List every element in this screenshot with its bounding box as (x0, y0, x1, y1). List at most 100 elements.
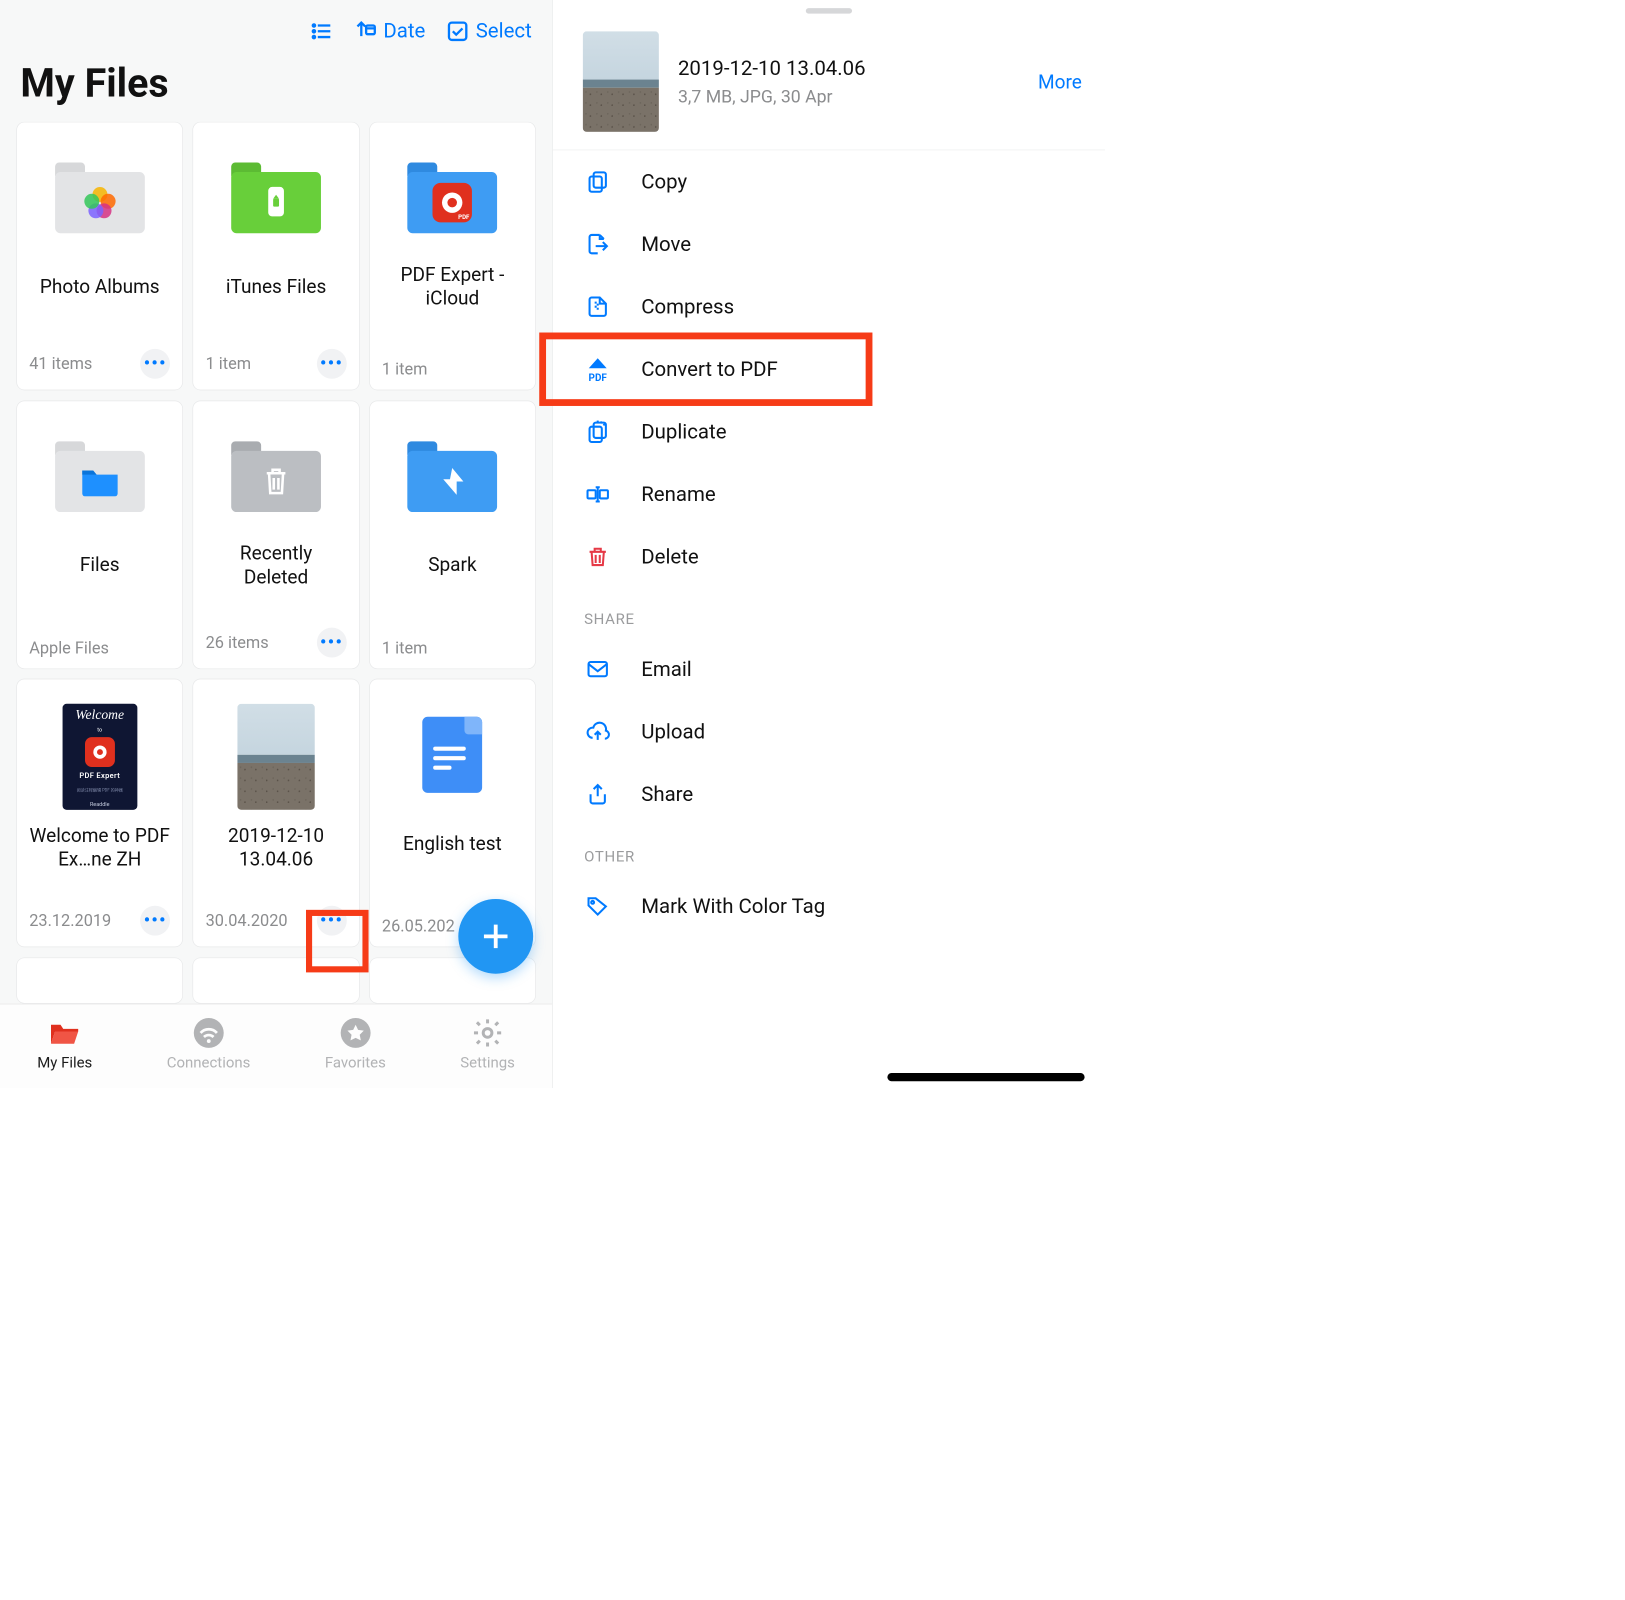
list-icon (310, 19, 333, 42)
action-label: Rename (641, 482, 715, 506)
action-convert-pdf[interactable]: PDF Convert to PDF (553, 338, 1105, 401)
file-photo-jpg[interactable]: 2019-12-10 13.04.06 30.04.2020••• (193, 679, 360, 948)
tab-bar: My Files Connections Favorites Settings (0, 1004, 552, 1088)
move-icon (585, 232, 609, 256)
action-label: Mark With Color Tag (641, 895, 825, 919)
tile-name: Welcome to PDF Ex…ne ZH (29, 823, 170, 871)
tab-label: Connections (167, 1055, 251, 1072)
tile-meta: 26.05.202 (382, 917, 455, 936)
folder-recently-deleted[interactable]: Recently Deleted 26 items••• (193, 400, 360, 669)
tab-label: Favorites (325, 1055, 386, 1072)
folder-icon (408, 441, 498, 512)
action-label: Move (641, 232, 691, 256)
action-label: Delete (641, 545, 698, 569)
document-icon (422, 717, 482, 793)
tile-meta: 1 item (382, 360, 427, 379)
cloud-upload-icon (585, 719, 611, 743)
tab-favorites[interactable]: Favorites (325, 1017, 386, 1072)
action-share[interactable]: Share (553, 763, 1105, 826)
image-thumbnail (237, 704, 315, 810)
tile-meta: 41 items (29, 354, 92, 373)
folder-icon: PDF (408, 163, 498, 234)
view-list-button[interactable] (310, 19, 333, 42)
more-button[interactable]: ••• (140, 349, 170, 379)
toolbar: Date Select (0, 0, 552, 51)
star-icon (339, 1017, 372, 1050)
action-upload[interactable]: Upload (553, 700, 1105, 763)
action-label: Compress (641, 295, 734, 319)
tile-meta: Apple Files (29, 638, 109, 657)
share-icon (585, 782, 609, 806)
file-grid: Photo Albums 41 items••• iTunes Files 1 … (0, 122, 552, 1004)
tab-label: Settings (460, 1055, 515, 1072)
file-actions-sheet: 2019-12-10 13.04.06 3,7 MB, JPG, 30 Apr … (552, 0, 1105, 1088)
action-duplicate[interactable]: Duplicate (553, 401, 1105, 464)
action-color-tag[interactable]: Mark With Color Tag (553, 875, 1105, 938)
plus-icon (478, 919, 513, 954)
action-label: Duplicate (641, 420, 726, 444)
sort-date-button[interactable]: Date (353, 19, 425, 43)
tile-meta: 1 item (206, 354, 251, 373)
action-rename[interactable]: Rename (553, 463, 1105, 526)
folder-icon (231, 441, 321, 512)
checkbox-icon (446, 19, 469, 42)
tab-settings[interactable]: Settings (460, 1017, 515, 1072)
tile-name: iTunes Files (206, 262, 347, 310)
share-header: SHARE (553, 588, 1105, 638)
other-header: OTHER (553, 826, 1105, 876)
tab-my-files[interactable]: My Files (37, 1017, 92, 1072)
select-label: Select (476, 19, 532, 43)
folder-files[interactable]: Files Apple Files (16, 400, 183, 669)
tile-name: Files (29, 541, 170, 589)
folder-icon (55, 441, 145, 512)
page-title: My Files (0, 51, 552, 122)
folder-icon (55, 163, 145, 234)
folder-photo-albums[interactable]: Photo Albums 41 items••• (16, 122, 183, 391)
action-compress[interactable]: Compress (553, 275, 1105, 338)
action-copy[interactable]: Copy (553, 150, 1105, 213)
tile-partial[interactable] (16, 957, 183, 1003)
folder-spark[interactable]: Spark 1 item (369, 400, 536, 669)
action-email[interactable]: Email (553, 638, 1105, 701)
more-button[interactable]: ••• (140, 906, 170, 936)
email-icon (585, 657, 609, 681)
more-button[interactable]: ••• (317, 627, 347, 657)
action-delete[interactable]: Delete (553, 526, 1105, 589)
tab-connections[interactable]: Connections (167, 1017, 251, 1072)
file-name: 2019-12-10 13.04.06 (678, 56, 1019, 80)
tile-name: 2019-12-10 13.04.06 (206, 823, 347, 871)
folder-icon (231, 163, 321, 234)
tile-meta: 1 item (382, 638, 427, 657)
file-thumbnail (583, 31, 659, 132)
document-thumbnail: WelcometoPDF Expert阅读注释编辑 PDF 的神器Readdle (62, 704, 137, 810)
redaction-bar (887, 1073, 1084, 1081)
action-label: Copy (641, 170, 687, 194)
action-label: Email (641, 657, 692, 681)
sheet-grabber[interactable] (806, 8, 852, 13)
compress-icon (585, 294, 609, 318)
file-browser-panel: Date Select My Files Photo Albums 41 ite… (0, 0, 552, 1088)
action-label: Share (641, 782, 693, 806)
file-welcome-pdf[interactable]: WelcometoPDF Expert阅读注释编辑 PDF 的神器Readdle… (16, 679, 183, 948)
folder-pdf-expert-icloud[interactable]: PDF PDF Expert - iCloud 1 item (369, 122, 536, 391)
copy-icon (585, 169, 609, 193)
tag-icon (585, 894, 609, 918)
sheet-header: 2019-12-10 13.04.06 3,7 MB, JPG, 30 Apr … (553, 20, 1105, 150)
wifi-icon (192, 1017, 225, 1050)
trash-icon (585, 545, 609, 569)
more-link[interactable]: More (1038, 70, 1082, 92)
rename-icon (585, 482, 609, 506)
highlight-convert-pdf (539, 333, 872, 406)
more-button[interactable]: ••• (317, 349, 347, 379)
tile-name: Spark (382, 541, 523, 589)
folder-itunes-files[interactable]: iTunes Files 1 item ••• (193, 122, 360, 391)
action-move[interactable]: Move (553, 213, 1105, 276)
tile-meta: 23.12.2019 (29, 911, 111, 930)
add-button[interactable] (458, 899, 533, 974)
tile-name: English test (382, 819, 523, 867)
select-button[interactable]: Select (446, 19, 532, 43)
sort-icon (353, 19, 376, 42)
gear-icon (471, 1017, 504, 1050)
tile-name: PDF Expert - iCloud (382, 262, 523, 310)
tab-label: My Files (37, 1055, 92, 1072)
